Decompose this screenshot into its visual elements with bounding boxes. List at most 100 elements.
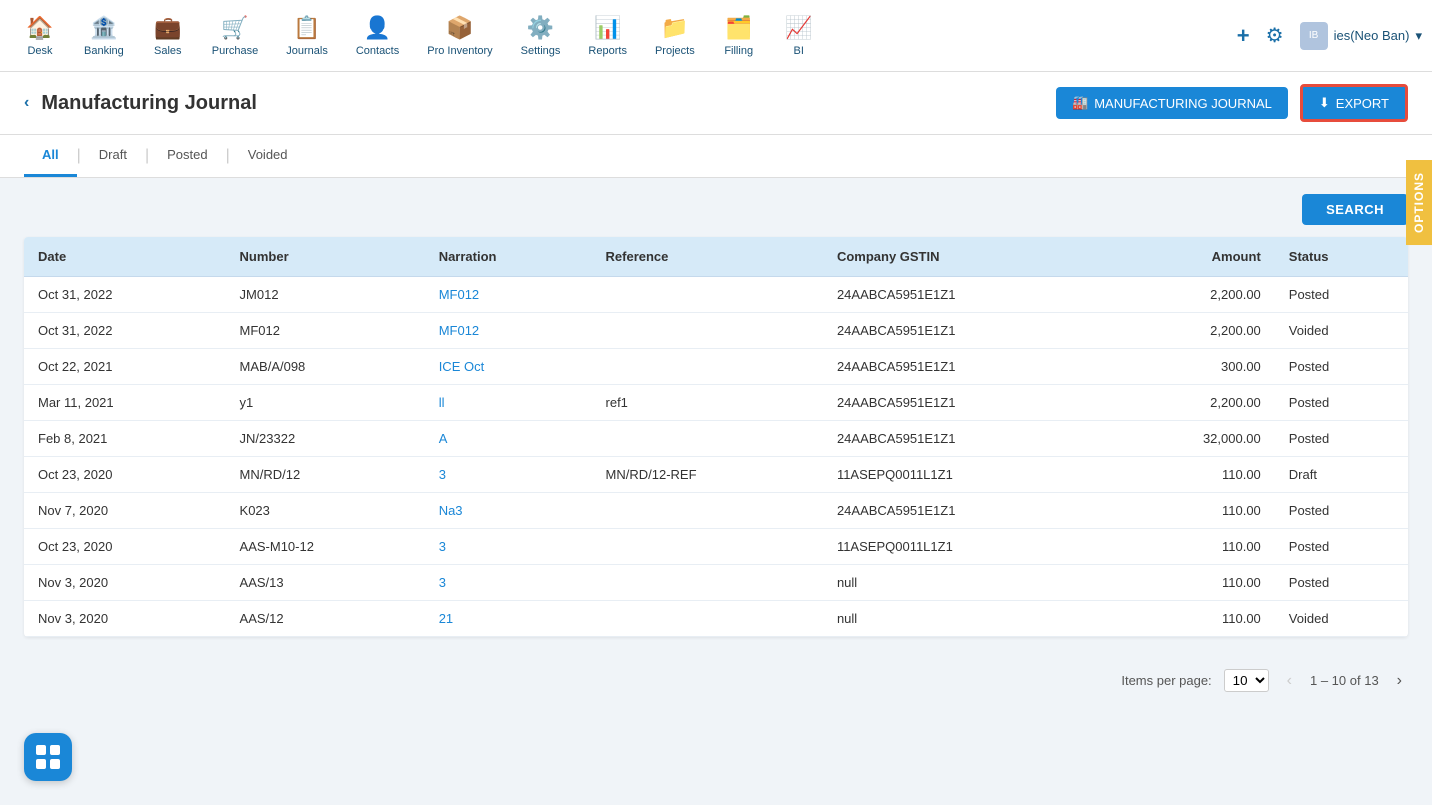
user-menu[interactable]: IB ies(Neo Ban) ▾ (1300, 22, 1422, 50)
cell-narration[interactable]: 3 (425, 457, 592, 493)
cell-narration[interactable]: MF012 (425, 313, 592, 349)
cell-reference (592, 421, 823, 457)
nav-item-settings[interactable]: ⚙️ Settings (507, 7, 575, 65)
purchase-icon: 🛒 (221, 15, 248, 41)
data-table: DateNumberNarrationReferenceCompany GSTI… (24, 237, 1408, 637)
cell-amount: 110.00 (1108, 601, 1275, 637)
cell-amount: 110.00 (1108, 493, 1275, 529)
col-header-narration: Narration (425, 237, 592, 277)
add-button[interactable]: + (1237, 23, 1250, 49)
items-per-page-label: Items per page: (1121, 673, 1211, 688)
cell-status: Voided (1275, 601, 1408, 637)
table-row: Oct 31, 2022JM012MF01224AABCA5951E1Z12,2… (24, 277, 1408, 313)
cell-narration[interactable]: MF012 (425, 277, 592, 313)
contacts-label: Contacts (356, 45, 399, 57)
cell-status: Posted (1275, 493, 1408, 529)
nav-item-projects[interactable]: 📁 Projects (641, 7, 709, 65)
cell-number: K023 (226, 493, 425, 529)
cell-company_gstin: 24AABCA5951E1Z1 (823, 349, 1108, 385)
cell-company_gstin: 24AABCA5951E1Z1 (823, 313, 1108, 349)
nav-item-reports[interactable]: 📊 Reports (574, 7, 641, 65)
cell-date: Mar 11, 2021 (24, 385, 226, 421)
nav-item-journals[interactable]: 📋 Journals (272, 7, 342, 65)
cell-status: Voided (1275, 313, 1408, 349)
cell-date: Oct 23, 2020 (24, 529, 226, 565)
cell-narration[interactable]: ICE Oct (425, 349, 592, 385)
nav-item-sales[interactable]: 💼 Sales (138, 7, 198, 65)
back-button[interactable]: ‹ (24, 94, 29, 112)
cell-reference (592, 349, 823, 385)
cell-narration[interactable]: 21 (425, 601, 592, 637)
export-button[interactable]: ⬇ EXPORT (1300, 84, 1408, 122)
table-row: Oct 22, 2021MAB/A/098ICE Oct24AABCA5951E… (24, 349, 1408, 385)
username: ies(Neo Ban) (1334, 28, 1410, 43)
fab-button[interactable] (24, 733, 72, 781)
table-row: Nov 3, 2020AAS/133null110.00Posted (24, 565, 1408, 601)
table-row: Nov 3, 2020AAS/1221null110.00Voided (24, 601, 1408, 637)
nav-item-bi[interactable]: 📈 BI (769, 7, 829, 65)
cell-narration[interactable]: ll (425, 385, 592, 421)
pro-inventory-label: Pro Inventory (427, 45, 492, 57)
contacts-icon: 👤 (364, 15, 391, 41)
avatar: IB (1300, 22, 1328, 50)
pagination-arrow-left[interactable]: ‹ (1281, 670, 1298, 692)
cell-narration[interactable]: Na3 (425, 493, 592, 529)
filter-tabs: All|Draft|Posted|Voided (0, 135, 1432, 178)
nav-item-contacts[interactable]: 👤 Contacts (342, 7, 413, 65)
cell-date: Nov 3, 2020 (24, 601, 226, 637)
nav-item-desk[interactable]: 🏠 Desk (10, 7, 70, 65)
download-icon: ⬇ (1319, 95, 1330, 111)
cell-narration[interactable]: 3 (425, 565, 592, 601)
cell-amount: 2,200.00 (1108, 277, 1275, 313)
cell-company_gstin: null (823, 565, 1108, 601)
options-tab[interactable]: OPTIONS (1406, 160, 1432, 245)
export-label: EXPORT (1336, 96, 1389, 111)
cell-company_gstin: null (823, 601, 1108, 637)
page-title: Manufacturing Journal (41, 92, 1044, 115)
items-per-page-select[interactable]: 10 25 50 (1224, 669, 1269, 692)
nav-item-banking[interactable]: 🏦 Banking (70, 7, 138, 65)
pro-inventory-icon: 📦 (446, 15, 473, 41)
cell-company_gstin: 11ASEPQ0011L1Z1 (823, 457, 1108, 493)
cell-reference: MN/RD/12-REF (592, 457, 823, 493)
table-row: Feb 8, 2021JN/23322A24AABCA5951E1Z132,00… (24, 421, 1408, 457)
cell-narration[interactable]: 3 (425, 529, 592, 565)
cell-status: Draft (1275, 457, 1408, 493)
cell-company_gstin: 24AABCA5951E1Z1 (823, 385, 1108, 421)
nav-item-purchase[interactable]: 🛒 Purchase (198, 7, 272, 65)
cell-number: MN/RD/12 (226, 457, 425, 493)
cell-narration[interactable]: A (425, 421, 592, 457)
cell-company_gstin: 24AABCA5951E1Z1 (823, 493, 1108, 529)
manufacturing-journal-button[interactable]: 🏭 MANUFACTURING JOURNAL (1056, 87, 1288, 119)
cell-status: Posted (1275, 529, 1408, 565)
tab-posted[interactable]: Posted (149, 135, 225, 177)
col-header-reference: Reference (592, 237, 823, 277)
sales-icon: 💼 (154, 15, 181, 41)
cell-company_gstin: 24AABCA5951E1Z1 (823, 421, 1108, 457)
projects-label: Projects (655, 45, 695, 57)
tab-all[interactable]: All (24, 135, 77, 177)
col-header-date: Date (24, 237, 226, 277)
filling-icon: 🗂️ (725, 15, 752, 41)
nav-item-filling[interactable]: 🗂️ Filling (709, 7, 769, 65)
cell-number: AAS-M10-12 (226, 529, 425, 565)
tab-draft[interactable]: Draft (81, 135, 145, 177)
cell-reference: ref1 (592, 385, 823, 421)
search-button[interactable]: SEARCH (1302, 194, 1408, 225)
bi-label: BI (794, 45, 804, 57)
pagination-arrow-right[interactable]: › (1391, 670, 1408, 692)
tab-voided[interactable]: Voided (230, 135, 306, 177)
table-body: Oct 31, 2022JM012MF01224AABCA5951E1Z12,2… (24, 277, 1408, 637)
cell-amount: 2,200.00 (1108, 385, 1275, 421)
cell-number: y1 (226, 385, 425, 421)
desk-icon: 🏠 (26, 15, 53, 41)
nav-item-pro-inventory[interactable]: 📦 Pro Inventory (413, 7, 506, 65)
cell-number: MAB/A/098 (226, 349, 425, 385)
cell-reference (592, 565, 823, 601)
bi-icon: 📈 (785, 15, 812, 41)
nav-right: + ⚙ IB ies(Neo Ban) ▾ (1237, 22, 1422, 50)
settings-icon[interactable]: ⚙ (1266, 23, 1284, 48)
cell-reference (592, 277, 823, 313)
cell-company_gstin: 24AABCA5951E1Z1 (823, 277, 1108, 313)
cell-status: Posted (1275, 277, 1408, 313)
